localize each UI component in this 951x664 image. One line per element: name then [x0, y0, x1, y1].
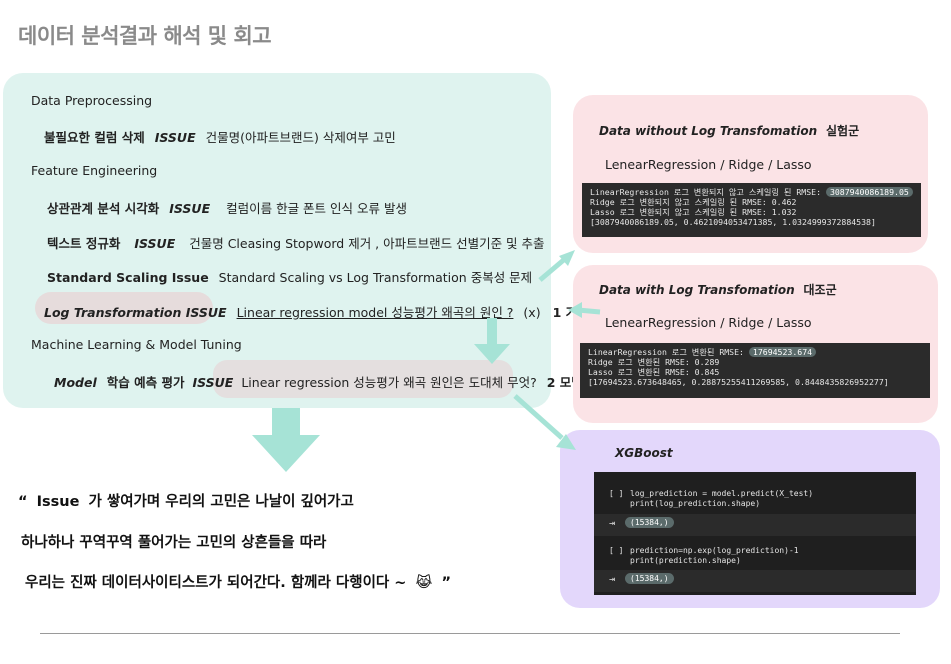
quote-text: 가 쌓여가며 우리의 고민은 나날이 깊어가고: [88, 494, 354, 510]
quote-line-2: 하나하나 꾸역꾸역 풀어가는 고민의 상흔들을 따라: [21, 535, 327, 551]
arrow-to-without-log: [538, 256, 568, 282]
quote-issue-word: Issue: [36, 494, 80, 510]
crying-cat-emoji-icon: 😹: [415, 575, 433, 591]
quote-text: 우리는 진짜 데이터사이티스트가 되어간다. 함께라 다행이다 ~: [25, 575, 407, 591]
arrow-head-icon: [568, 302, 582, 318]
down-arrow-icon: [474, 318, 510, 364]
down-arrow-icon: [252, 408, 320, 472]
quote-open-mark: “: [18, 494, 28, 510]
quote-close-mark: ”: [441, 575, 452, 591]
arrow-to-xgboost: [513, 394, 564, 440]
divider: [40, 633, 900, 634]
quote-line-3: 우리는 진짜 데이터사이티스트가 되어간다. 함께라 다행이다 ~ 😹 ”: [25, 571, 451, 592]
quote-line-1: “ Issue 가 쌓여가며 우리의 고민은 나날이 깊어가고: [18, 490, 354, 511]
flow-arrows: [252, 250, 601, 472]
